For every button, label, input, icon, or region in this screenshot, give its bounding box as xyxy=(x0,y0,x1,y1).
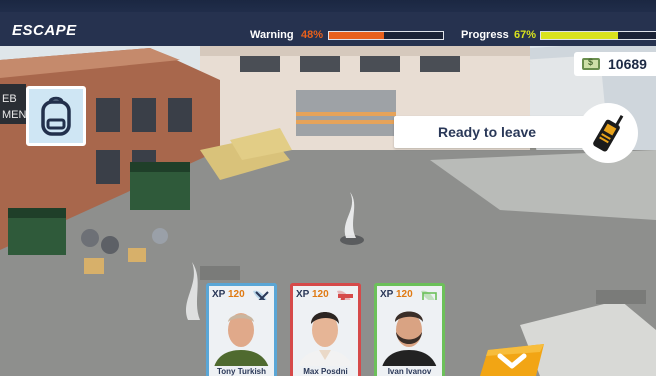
tony-turkish-portrait xyxy=(209,300,274,372)
money-counter: 10689 xyxy=(574,52,656,76)
progress-label: Progress xyxy=(461,29,509,41)
crew-card-max-posdni[interactable]: XP 120 Max Posdni xyxy=(290,283,361,376)
crew-xp: XP 120 xyxy=(380,289,413,300)
walkie-talkie-icon xyxy=(593,114,624,152)
inventory-button[interactable] xyxy=(26,86,86,146)
crew-name: Ivan Ivanov xyxy=(377,366,442,376)
crew-name: Max Posdni xyxy=(293,366,358,376)
crew-card-tony-turkish[interactable]: XP 120 Tony Turkish xyxy=(206,283,277,376)
crew-xp: XP 120 xyxy=(212,289,245,300)
progress-value: 67% xyxy=(514,29,537,41)
crew-xp: XP 120 xyxy=(296,289,329,300)
hud-bar xyxy=(0,12,656,46)
warning-meter xyxy=(328,31,444,40)
warning-meter-fill xyxy=(329,32,384,39)
svg-text:EB: EB xyxy=(2,93,17,105)
walkie-talkie-button[interactable] xyxy=(578,103,638,163)
ready-to-leave-label: Ready to leave xyxy=(438,124,537,140)
progress-meter-fill xyxy=(541,32,619,39)
dollar-bill-icon xyxy=(582,57,600,70)
progress-meter xyxy=(540,31,656,40)
warning-label: Warning xyxy=(250,29,294,41)
warning-value: 48% xyxy=(301,29,324,41)
game-title: ESCAPE xyxy=(12,22,77,39)
confirm-button[interactable] xyxy=(478,340,548,376)
top-hud: ESCAPE Warning 48% Progress 67% xyxy=(0,0,656,46)
max-posdni-portrait xyxy=(293,300,358,372)
crew-card-ivan-ivanov[interactable]: XP 120 Ivan Ivanov xyxy=(374,283,445,376)
svg-text:MEN: MEN xyxy=(2,109,27,121)
backpack-icon xyxy=(41,96,71,136)
ready-to-leave-button[interactable]: Ready to leave xyxy=(394,116,590,148)
money-value: 10689 xyxy=(608,56,647,72)
ivan-ivanov-portrait xyxy=(377,300,442,372)
crew-name: Tony Turkish xyxy=(209,366,274,376)
